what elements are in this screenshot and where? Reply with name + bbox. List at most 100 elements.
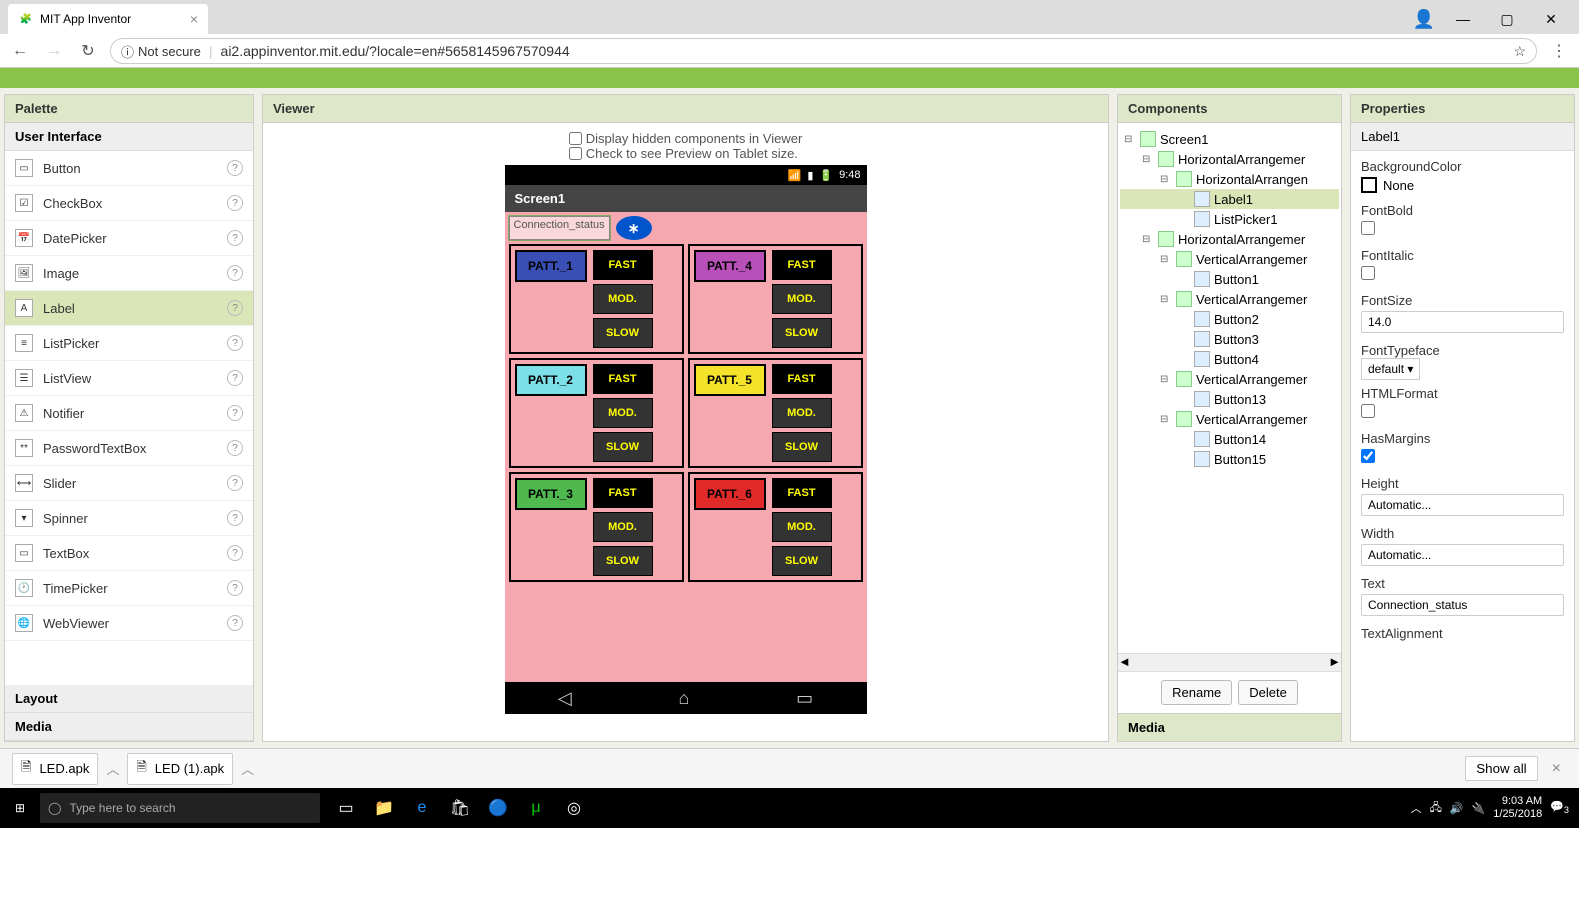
tree-item-button3[interactable]: Button3 xyxy=(1120,329,1339,349)
help-icon[interactable]: ? xyxy=(227,160,243,176)
pattern-button[interactable]: PATT._5 xyxy=(694,364,766,396)
slow-button[interactable]: SLOW xyxy=(772,318,832,348)
fontitalic-checkbox[interactable] xyxy=(1361,266,1375,280)
minimize-button[interactable]: — xyxy=(1447,7,1479,31)
tree-item-horizontalarrangemer[interactable]: ⊟HorizontalArrangemer xyxy=(1120,229,1339,249)
tree-item-horizontalarrangemer[interactable]: ⊟HorizontalArrangemer xyxy=(1120,149,1339,169)
palette-item-slider[interactable]: ⟷Slider? xyxy=(5,466,253,501)
slow-button[interactable]: SLOW xyxy=(772,432,832,462)
tree-item-verticalarrangemer[interactable]: ⊟VerticalArrangemer xyxy=(1120,249,1339,269)
chevron-up-icon[interactable]: ︿ xyxy=(241,759,254,778)
bluetooth-icon[interactable]: ∗ xyxy=(616,216,652,240)
network-icon[interactable]: 🖧 xyxy=(1430,799,1442,818)
tree-item-listpicker1[interactable]: ListPicker1 xyxy=(1120,209,1339,229)
help-icon[interactable]: ? xyxy=(227,405,243,421)
palette-item-timepicker[interactable]: 🕐TimePicker? xyxy=(5,571,253,606)
explorer-icon[interactable]: 📁 xyxy=(366,788,402,828)
opt-hidden-components[interactable]: Display hidden components in Viewer xyxy=(569,131,803,146)
tree-item-verticalarrangemer[interactable]: ⊟VerticalArrangemer xyxy=(1120,289,1339,309)
tree-item-button13[interactable]: Button13 xyxy=(1120,389,1339,409)
component-tree[interactable]: ⊟Screen1⊟HorizontalArrangemer⊟Horizontal… xyxy=(1118,123,1341,653)
tree-item-button2[interactable]: Button2 xyxy=(1120,309,1339,329)
opt-tablet-checkbox[interactable] xyxy=(569,147,582,160)
pattern-button[interactable]: PATT._6 xyxy=(694,478,766,510)
back-button[interactable]: ← xyxy=(8,39,32,63)
volume-icon[interactable]: 🔊 xyxy=(1450,802,1464,815)
prop-bgcolor-value[interactable]: None xyxy=(1361,177,1564,193)
help-icon[interactable]: ? xyxy=(227,440,243,456)
palette-category-ui[interactable]: User Interface xyxy=(5,123,253,151)
palette-item-notifier[interactable]: ⚠Notifier? xyxy=(5,396,253,431)
tree-toggle-icon[interactable]: ⊟ xyxy=(1124,134,1136,145)
phone-home-icon[interactable]: ⌂ xyxy=(678,688,689,709)
slow-button[interactable]: SLOW xyxy=(772,546,832,576)
tree-item-button4[interactable]: Button4 xyxy=(1120,349,1339,369)
connection-status-label[interactable]: Connection_status xyxy=(509,216,610,240)
fontbold-checkbox[interactable] xyxy=(1361,221,1375,235)
help-icon[interactable]: ? xyxy=(227,580,243,596)
fast-button[interactable]: FAST xyxy=(593,250,653,280)
pattern-button[interactable]: PATT._2 xyxy=(515,364,587,396)
palette-item-listpicker[interactable]: ≡ListPicker? xyxy=(5,326,253,361)
power-icon[interactable]: 🔌 xyxy=(1472,802,1486,815)
tree-item-button1[interactable]: Button1 xyxy=(1120,269,1339,289)
tree-item-screen1[interactable]: ⊟Screen1 xyxy=(1120,129,1339,149)
tree-toggle-icon[interactable]: ⊟ xyxy=(1160,294,1172,305)
show-all-button[interactable]: Show all xyxy=(1465,756,1537,781)
close-icon[interactable]: × xyxy=(190,11,198,27)
help-icon[interactable]: ? xyxy=(227,230,243,246)
download-item-1[interactable]: 🗎 LED.apk xyxy=(12,753,98,785)
palette-item-passwordtextbox[interactable]: **PasswordTextBox? xyxy=(5,431,253,466)
tree-toggle-icon[interactable]: ⊟ xyxy=(1142,154,1154,165)
mod-button[interactable]: MOD. xyxy=(593,512,653,542)
forward-button[interactable]: → xyxy=(42,39,66,63)
taskbar-clock[interactable]: 9:03 AM 1/25/2018 xyxy=(1493,795,1542,821)
palette-item-spinner[interactable]: ▾Spinner? xyxy=(5,501,253,536)
star-icon[interactable]: ☆ xyxy=(1513,43,1526,60)
tree-toggle-icon[interactable]: ⊟ xyxy=(1160,174,1172,185)
slow-button[interactable]: SLOW xyxy=(593,432,653,462)
phone-content[interactable]: Connection_status ∗ PATT._1 FAST MOD. SL… xyxy=(505,212,867,682)
delete-button[interactable]: Delete xyxy=(1238,680,1298,705)
help-icon[interactable]: ? xyxy=(227,265,243,281)
help-icon[interactable]: ? xyxy=(227,545,243,561)
reload-button[interactable]: ↻ xyxy=(76,39,100,63)
help-icon[interactable]: ? xyxy=(227,475,243,491)
notification-icon[interactable]: 💬3 xyxy=(1550,800,1569,815)
help-icon[interactable]: ? xyxy=(227,370,243,386)
text-input[interactable] xyxy=(1361,594,1564,616)
edge-icon[interactable]: e xyxy=(404,788,440,828)
tree-item-button14[interactable]: Button14 xyxy=(1120,429,1339,449)
opt-hidden-checkbox[interactable] xyxy=(569,132,582,145)
maximize-button[interactable]: ▢ xyxy=(1491,7,1523,31)
help-icon[interactable]: ? xyxy=(227,510,243,526)
tree-toggle-icon[interactable]: ⊟ xyxy=(1160,374,1172,385)
typeface-select[interactable]: default ▾ xyxy=(1361,358,1420,380)
tree-toggle-icon[interactable]: ⊟ xyxy=(1160,414,1172,425)
palette-item-label[interactable]: ALabel? xyxy=(5,291,253,326)
phone-recent-icon[interactable]: ▭ xyxy=(796,688,813,709)
fontsize-input[interactable] xyxy=(1361,311,1564,333)
store-icon[interactable]: 🛍 xyxy=(442,788,478,828)
palette-item-image[interactable]: 🖼Image? xyxy=(5,256,253,291)
tree-item-label1[interactable]: Label1 xyxy=(1120,189,1339,209)
fast-button[interactable]: FAST xyxy=(593,364,653,394)
height-input[interactable] xyxy=(1361,494,1564,516)
browser-tab[interactable]: 🧩 MIT App Inventor × xyxy=(8,4,208,34)
utorrent-icon[interactable]: μ xyxy=(518,788,554,828)
hasmargins-checkbox[interactable] xyxy=(1361,449,1375,463)
help-icon[interactable]: ? xyxy=(227,615,243,631)
close-icon[interactable]: × xyxy=(1546,760,1567,778)
mod-button[interactable]: MOD. xyxy=(593,284,653,314)
chrome-icon[interactable]: 🔵 xyxy=(480,788,516,828)
palette-item-datepicker[interactable]: 📅DatePicker? xyxy=(5,221,253,256)
taskbar-search[interactable]: ◯ Type here to search xyxy=(40,793,320,823)
fast-button[interactable]: FAST xyxy=(593,478,653,508)
width-input[interactable] xyxy=(1361,544,1564,566)
fast-button[interactable]: FAST xyxy=(772,364,832,394)
palette-category-layout[interactable]: Layout xyxy=(5,685,253,713)
fast-button[interactable]: FAST xyxy=(772,478,832,508)
slow-button[interactable]: SLOW xyxy=(593,546,653,576)
palette-item-webviewer[interactable]: 🌐WebViewer? xyxy=(5,606,253,641)
pattern-button[interactable]: PATT._1 xyxy=(515,250,587,282)
